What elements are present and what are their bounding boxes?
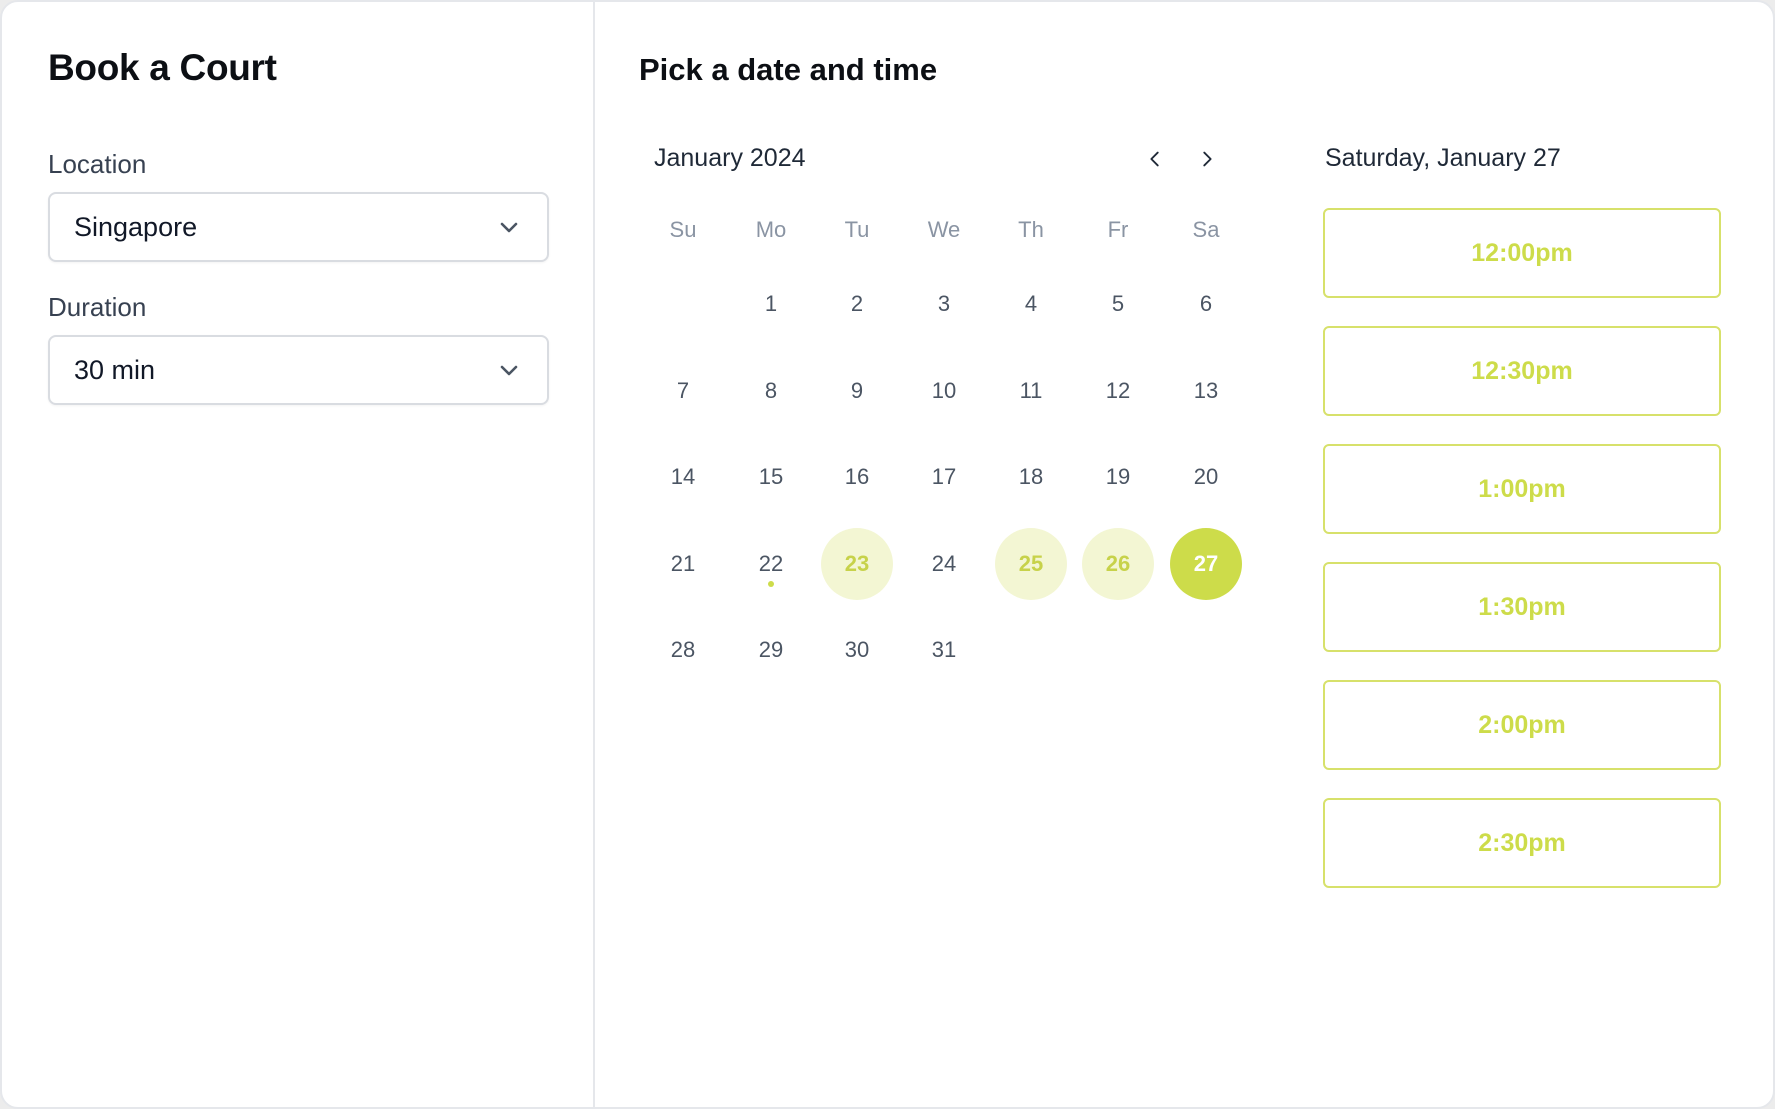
calendar-day[interactable]: 25 — [995, 527, 1067, 600]
calendar-day[interactable]: 11 — [995, 355, 1067, 427]
calendar-day[interactable]: 9 — [821, 355, 893, 427]
calendar-day[interactable]: 31 — [908, 614, 980, 686]
weekday-label: Fr — [1107, 217, 1129, 242]
date-time-picker-panel: Pick a date and time January 2024 Su Mo Tu… — [595, 2, 1773, 1107]
calendar-day[interactable]: 4 — [995, 268, 1067, 340]
calendar-day[interactable]: 12 — [1082, 355, 1154, 427]
calendar-day[interactable]: 5 — [1082, 268, 1154, 340]
calendar-day[interactable]: 13 — [1170, 355, 1242, 427]
calendar-day[interactable]: 27 — [1170, 527, 1242, 600]
calendar-day[interactable]: 20 — [1170, 441, 1242, 513]
calendar-day[interactable]: 8 — [735, 355, 807, 427]
location-value: Singapore — [74, 211, 198, 242]
time-slot-button[interactable]: 12:00pm — [1323, 208, 1721, 298]
weekday-label: Mo — [755, 217, 787, 242]
calendar-day[interactable]: 2 — [821, 268, 893, 340]
calendar-day[interactable]: 21 — [647, 528, 719, 600]
chevron-down-icon — [500, 222, 518, 233]
time-slot-button[interactable]: 1:30pm — [1323, 562, 1721, 652]
booking-form-panel: Book a Court Location Singapore Duration… — [2, 2, 595, 1107]
calendar-day[interactable]: 6 — [1170, 268, 1242, 340]
calendar-day[interactable]: 23 — [821, 527, 893, 600]
location-label: Location — [48, 149, 147, 179]
booking-card: Book a Court Location Singapore Duration… — [0, 0, 1775, 1109]
page-title: Book a Court — [48, 47, 277, 88]
time-slot-button[interactable]: 12:30pm — [1323, 326, 1721, 416]
weekday-label: Su — [669, 217, 697, 242]
calendar-day[interactable]: 14 — [647, 441, 719, 513]
duration-select[interactable]: 30 min — [48, 335, 549, 405]
weekday-label: We — [927, 217, 961, 242]
calendar-day[interactable]: 15 — [735, 441, 807, 513]
calendar-day[interactable]: 24 — [908, 528, 980, 600]
calendar-day[interactable]: 26 — [1082, 527, 1154, 600]
calendar-day[interactable]: 10 — [908, 355, 980, 427]
calendar-day[interactable]: 19 — [1082, 441, 1154, 513]
today-indicator-dot — [768, 580, 774, 587]
weekday-label: Th — [1018, 217, 1044, 242]
calendar-day[interactable]: 16 — [821, 441, 893, 513]
calendar-day[interactable]: 17 — [908, 441, 980, 513]
duration-value: 30 min — [74, 354, 156, 385]
calendar-day[interactable]: 30 — [821, 614, 893, 686]
calendar-day[interactable]: 28 — [647, 614, 719, 686]
calendar-day[interactable]: 1 — [735, 268, 807, 340]
time-slot-button[interactable]: 2:30pm — [1323, 798, 1721, 888]
time-slot-button[interactable]: 1:00pm — [1323, 444, 1721, 534]
time-slot-button[interactable]: 2:00pm — [1323, 680, 1721, 770]
calendar-day[interactable]: 7 — [647, 355, 719, 427]
duration-label: Duration — [48, 292, 147, 322]
calendar-day[interactable]: 29 — [735, 614, 807, 686]
selected-date-heading: Saturday, January 27 — [1325, 144, 1561, 172]
location-select[interactable]: Singapore — [48, 192, 549, 262]
calendar-grid: Su Mo Tu We Th Fr Sa 1 2 3 4 5 6 7 8 9 10 11 12 13 14 15 16 17 1… — [595, 2, 1242, 702]
weekday-label: Sa — [1192, 217, 1220, 242]
chevron-down-icon — [500, 365, 518, 376]
calendar-day[interactable]: 3 — [908, 268, 980, 340]
calendar-day[interactable]: 18 — [995, 441, 1067, 513]
weekday-label: Tu — [844, 217, 870, 242]
calendar-day[interactable]: 22 — [735, 528, 807, 600]
